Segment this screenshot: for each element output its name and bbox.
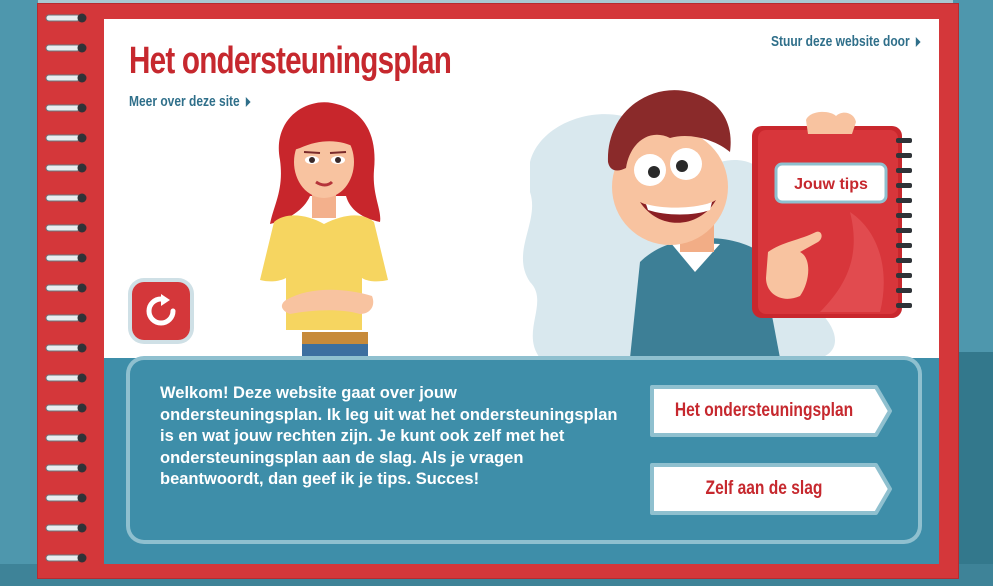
right-edge-lower [953,352,993,586]
man-illustration: Jouw tips [522,90,912,358]
notebook-label: Jouw tips [794,176,868,193]
share-website-label: Stuur deze website door [771,33,910,50]
spiral-ring [44,192,88,204]
notebook-ring [896,288,912,293]
spiral-ring [44,12,88,24]
spiral-ring [44,492,88,504]
reload-icon [146,294,176,326]
page-title: Het ondersteuningsplan [129,40,452,82]
notebook-ring [896,183,912,188]
spiral-ring [44,132,88,144]
start-yourself-button-label: Zelf aan de slag [705,478,823,499]
notebook-ring [896,153,912,158]
spiral-ring [44,402,88,414]
more-about-site-link[interactable]: Meer over deze site [129,93,251,110]
notebook-ring [896,228,912,233]
spiral-ring [44,102,88,114]
spiral-ring [44,462,88,474]
spiral-ring [44,282,88,294]
spiral-binding [44,12,90,572]
spiral-ring [44,552,88,564]
more-about-site-label: Meer over deze site [129,93,240,110]
spiral-ring [44,432,88,444]
welcome-text: Welkom! Deze website gaat over jouw onde… [160,384,618,488]
left-edge [0,0,38,586]
spiral-ring [44,342,88,354]
plan-button-label: Het ondersteuningsplan [674,400,854,421]
notebook-ring [896,213,912,218]
spiral-ring [44,312,88,324]
woman-illustration [260,102,388,360]
notebook-ring [896,273,912,278]
spiral-ring [44,222,88,234]
notebook-ring [896,243,912,248]
spiral-ring [44,162,88,174]
notebook-ring [896,168,912,173]
spiral-ring [44,372,88,384]
spiral-ring [44,522,88,534]
reload-button[interactable] [132,282,190,340]
share-website-link[interactable]: Stuur deze website door [771,33,921,50]
notebook-ring [896,303,912,308]
notebook-ring [896,138,912,143]
triangle-right-icon [916,37,921,48]
spiral-ring [44,42,88,54]
triangle-right-icon [246,97,251,108]
start-yourself-button[interactable]: Zelf aan de slag [648,461,894,517]
spiral-ring [44,72,88,84]
spiral-ring [44,252,88,264]
notebook-ring [896,198,912,203]
plan-button[interactable]: Het ondersteuningsplan [648,383,894,439]
notebook-ring [896,258,912,263]
